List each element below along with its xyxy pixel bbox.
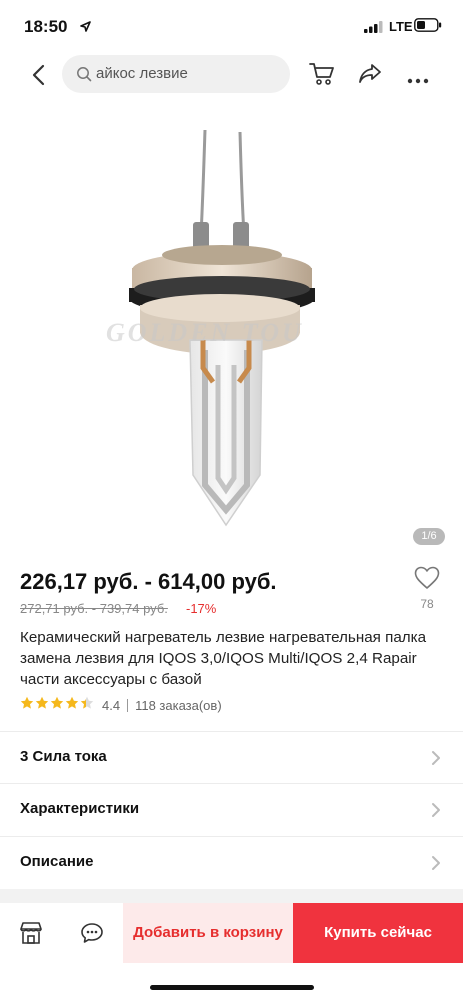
image-counter: 1/6 <box>413 528 445 545</box>
search-icon <box>76 66 92 87</box>
status-bar: 18:50 LTE <box>0 0 463 52</box>
heart-icon <box>414 566 440 594</box>
cart-icon[interactable] <box>309 62 335 91</box>
rating-summary[interactable]: 4.4 118 заказа(ов) <box>20 696 222 714</box>
star-icon <box>80 696 94 715</box>
row-description-label: Описание <box>20 853 94 870</box>
rating-stars <box>20 696 94 715</box>
star-icon <box>20 696 34 715</box>
rating-value: 4.4 <box>102 697 121 713</box>
divider <box>127 698 129 712</box>
share-icon[interactable] <box>358 63 382 90</box>
old-price: 272,71 руб. - 739,74 руб. <box>20 601 168 616</box>
network-label: LTE <box>389 19 413 34</box>
star-icon <box>65 696 79 715</box>
price-range: 226,17 руб. - 614,00 руб. <box>20 569 277 594</box>
home-indicator <box>150 985 314 990</box>
row-specs[interactable]: Характеристики <box>0 783 463 835</box>
location-arrow-icon <box>80 19 91 37</box>
product-gallery[interactable]: GOLDEN TOU 1/6 <box>0 100 463 550</box>
back-icon[interactable] <box>32 64 52 86</box>
status-time: 18:50 <box>24 17 68 36</box>
row-description[interactable]: Описание <box>0 836 463 888</box>
buy-now-button[interactable]: Купить сейчас <box>293 903 463 963</box>
discount-badge: -17% <box>186 601 217 616</box>
row-current-label: 3 Сила тока <box>20 748 107 765</box>
star-icon <box>50 696 64 715</box>
chevron-right-icon <box>431 802 441 823</box>
row-current-option[interactable]: 3 Сила тока <box>0 731 463 783</box>
orders-count: 118 заказа(ов) <box>135 697 222 713</box>
wishlist-count: 78 <box>420 597 434 611</box>
wishlist-button[interactable]: 78 <box>407 566 447 611</box>
add-to-cart-button[interactable]: Добавить в корзину <box>123 903 293 963</box>
more-icon[interactable] <box>407 71 429 89</box>
chevron-right-icon <box>431 750 441 771</box>
image-watermark: GOLDEN TOU <box>106 318 304 347</box>
nav-bar: айкос лезвие <box>0 52 463 96</box>
signal-icon <box>364 20 384 38</box>
chevron-right-icon <box>431 855 441 876</box>
store-icon[interactable] <box>19 921 43 950</box>
chat-icon[interactable] <box>80 921 104 950</box>
battery-icon <box>414 18 442 37</box>
search-field[interactable]: айкос лезвие <box>62 55 290 93</box>
bottom-action-bar: Добавить в корзину Купить сейчас <box>0 903 463 963</box>
row-specs-label: Характеристики <box>20 800 140 817</box>
product-title: Керамический нагреватель лезвие нагреват… <box>20 629 427 688</box>
search-query: айкос лезвие <box>96 65 188 82</box>
section-divider <box>0 889 463 903</box>
star-icon <box>35 696 49 715</box>
